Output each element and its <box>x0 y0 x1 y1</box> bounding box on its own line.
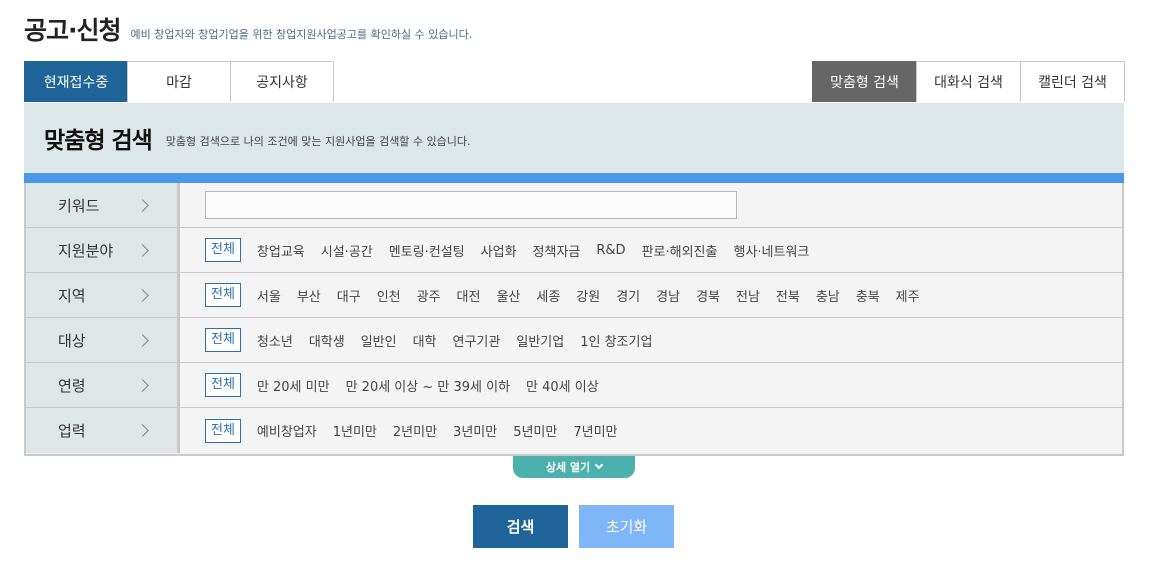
tab-calendar-search[interactable]: 캘린더 검색 <box>1020 61 1125 102</box>
reset-button[interactable]: 초기화 <box>579 505 674 548</box>
tab-closed[interactable]: 마감 <box>127 61 231 102</box>
filter-options: 전체 예비창업자 1년미만 2년미만 3년미만 5년미만 7년미만 <box>180 408 1122 453</box>
tab-interactive-search[interactable]: 대화식 검색 <box>916 61 1021 102</box>
option[interactable]: 울산 <box>496 286 520 305</box>
search-panel-description: 맞춤형 검색으로 나의 조건에 맞는 지원사업을 검색할 수 있습니다. <box>165 135 471 148</box>
filter-row-age: 연령 전체 만 20세 미만 만 20세 이상 ~ 만 39세 이하 만 40세… <box>26 363 1122 408</box>
option[interactable]: 인천 <box>377 286 401 305</box>
option[interactable]: 사업화 <box>481 241 517 260</box>
filter-label: 대상 <box>26 318 180 362</box>
option[interactable]: 3년미만 <box>453 421 497 440</box>
option[interactable]: 대구 <box>337 286 361 305</box>
option[interactable]: 예비창업자 <box>257 421 317 440</box>
chevron-right-icon <box>136 424 149 437</box>
tab-notices[interactable]: 공지사항 <box>230 61 334 102</box>
option[interactable]: 세종 <box>536 286 560 305</box>
option[interactable]: 대전 <box>457 286 481 305</box>
chevron-right-icon <box>136 198 149 212</box>
filter-label-text: 지역 <box>58 286 86 305</box>
filter-row-keyword: 키워드 <box>26 183 1122 228</box>
option[interactable]: 경남 <box>656 286 680 305</box>
filter-label: 연령 <box>26 363 180 407</box>
option[interactable]: 충남 <box>816 286 840 305</box>
page-description: 예비 창업자와 창업기업을 위한 창업지원사업공고를 확인하실 수 있습니다. <box>130 28 473 41</box>
tab-open[interactable]: 현재접수중 <box>24 61 128 102</box>
filter-options: 전체 창업교육 시설·공간 멘토링·컨설팅 사업화 정책자금 R&D 판로·해외… <box>180 228 1122 272</box>
option-all[interactable]: 전체 <box>205 418 241 443</box>
option[interactable]: 청소년 <box>257 331 293 350</box>
keyword-input[interactable] <box>205 191 737 219</box>
accent-divider <box>24 173 1124 183</box>
option[interactable]: 전남 <box>736 286 760 305</box>
search-mode-tabs: 맞춤형 검색 대화식 검색 캘린더 검색 <box>812 61 1125 102</box>
option[interactable]: 창업교육 <box>257 241 305 260</box>
chevron-down-icon <box>594 460 604 470</box>
chevron-right-icon <box>136 243 149 257</box>
filter-row-career: 업력 전체 예비창업자 1년미만 2년미만 3년미만 5년미만 7년미만 <box>26 408 1122 453</box>
option-all[interactable]: 전체 <box>205 373 241 397</box>
option[interactable]: 서울 <box>257 286 281 305</box>
detail-toggle-button[interactable]: 상세 열기 <box>513 456 635 478</box>
option[interactable]: R&D <box>596 243 625 258</box>
option[interactable]: 일반기업 <box>516 331 564 350</box>
chevron-right-icon <box>136 333 149 347</box>
option[interactable]: 연구기관 <box>453 331 501 350</box>
tab-custom-search[interactable]: 맞춤형 검색 <box>812 61 917 102</box>
option[interactable]: 제주 <box>896 286 920 305</box>
chevron-right-icon <box>136 288 149 302</box>
filter-options: 전체 청소년 대학생 일반인 대학 연구기관 일반기업 1인 창조기업 <box>180 318 1122 362</box>
search-button[interactable]: 검색 <box>473 505 568 548</box>
search-panel-title: 맞춤형 검색 <box>44 128 153 154</box>
filter-options <box>180 183 1122 227</box>
detail-toggle-label: 상세 열기 <box>545 461 591 474</box>
option[interactable]: 1년미만 <box>333 421 377 440</box>
option[interactable]: 정책자금 <box>533 241 581 260</box>
option[interactable]: 대학생 <box>309 331 345 350</box>
option[interactable]: 전북 <box>776 286 800 305</box>
option-all[interactable]: 전체 <box>205 238 241 262</box>
option[interactable]: 강원 <box>576 286 600 305</box>
filter-label: 지원분야 <box>26 228 180 272</box>
filter-options: 전체 서울 부산 대구 인천 광주 대전 울산 세종 강원 경기 경남 경북 전… <box>180 273 1122 317</box>
filter-label-text: 연령 <box>58 376 86 395</box>
option[interactable]: 멘토링·컨설팅 <box>389 241 465 260</box>
option[interactable]: 경북 <box>696 286 720 305</box>
filter-label-text: 키워드 <box>58 196 100 215</box>
option-all[interactable]: 전체 <box>205 328 241 352</box>
option[interactable]: 행사·네트워크 <box>733 241 809 260</box>
option[interactable]: 2년미만 <box>393 421 437 440</box>
option[interactable]: 5년미만 <box>513 421 557 440</box>
option[interactable]: 일반인 <box>361 331 397 350</box>
filter-label-text: 대상 <box>58 331 86 350</box>
option[interactable]: 부산 <box>297 286 321 305</box>
option[interactable]: 광주 <box>417 286 441 305</box>
option[interactable]: 7년미만 <box>573 421 617 440</box>
filter-row-region: 지역 전체 서울 부산 대구 인천 광주 대전 울산 세종 강원 경기 경남 경… <box>26 273 1122 318</box>
chevron-right-icon <box>136 378 149 392</box>
option[interactable]: 만 40세 이상 <box>526 376 599 395</box>
search-panel-header: 맞춤형 검색 맞춤형 검색으로 나의 조건에 맞는 지원사업을 검색할 수 있습… <box>24 103 1124 173</box>
filter-label: 키워드 <box>26 183 180 227</box>
filter-label: 지역 <box>26 273 180 317</box>
page-header: 공고·신청 예비 창업자와 창업기업을 위한 창업지원사업공고를 확인하실 수 … <box>24 14 472 48</box>
filter-options: 전체 만 20세 미만 만 20세 이상 ~ 만 39세 이하 만 40세 이상 <box>180 363 1122 407</box>
filter-label: 업력 <box>26 408 180 453</box>
filter-label-text: 업력 <box>58 422 86 440</box>
option[interactable]: 만 20세 미만 <box>257 376 330 395</box>
status-tabs: 현재접수중 마감 공지사항 <box>24 61 334 102</box>
page-title: 공고·신청 <box>24 16 121 45</box>
option[interactable]: 충북 <box>856 286 880 305</box>
filter-row-target: 대상 전체 청소년 대학생 일반인 대학 연구기관 일반기업 1인 창조기업 <box>26 318 1122 363</box>
option[interactable]: 경기 <box>616 286 640 305</box>
filter-table: 키워드 지원분야 전체 창업교육 시설·공간 멘토링·컨설팅 사업화 정책자금 … <box>24 183 1124 456</box>
option[interactable]: 1인 창조기업 <box>580 331 652 350</box>
option[interactable]: 대학 <box>413 331 437 350</box>
option[interactable]: 만 20세 이상 ~ 만 39세 이하 <box>346 376 510 395</box>
filter-row-field: 지원분야 전체 창업교육 시설·공간 멘토링·컨설팅 사업화 정책자금 R&D … <box>26 228 1122 273</box>
option[interactable]: 판로·해외진출 <box>642 241 718 260</box>
option-all[interactable]: 전체 <box>205 283 241 307</box>
filter-label-text: 지원분야 <box>58 241 114 260</box>
option[interactable]: 시설·공간 <box>321 241 373 260</box>
